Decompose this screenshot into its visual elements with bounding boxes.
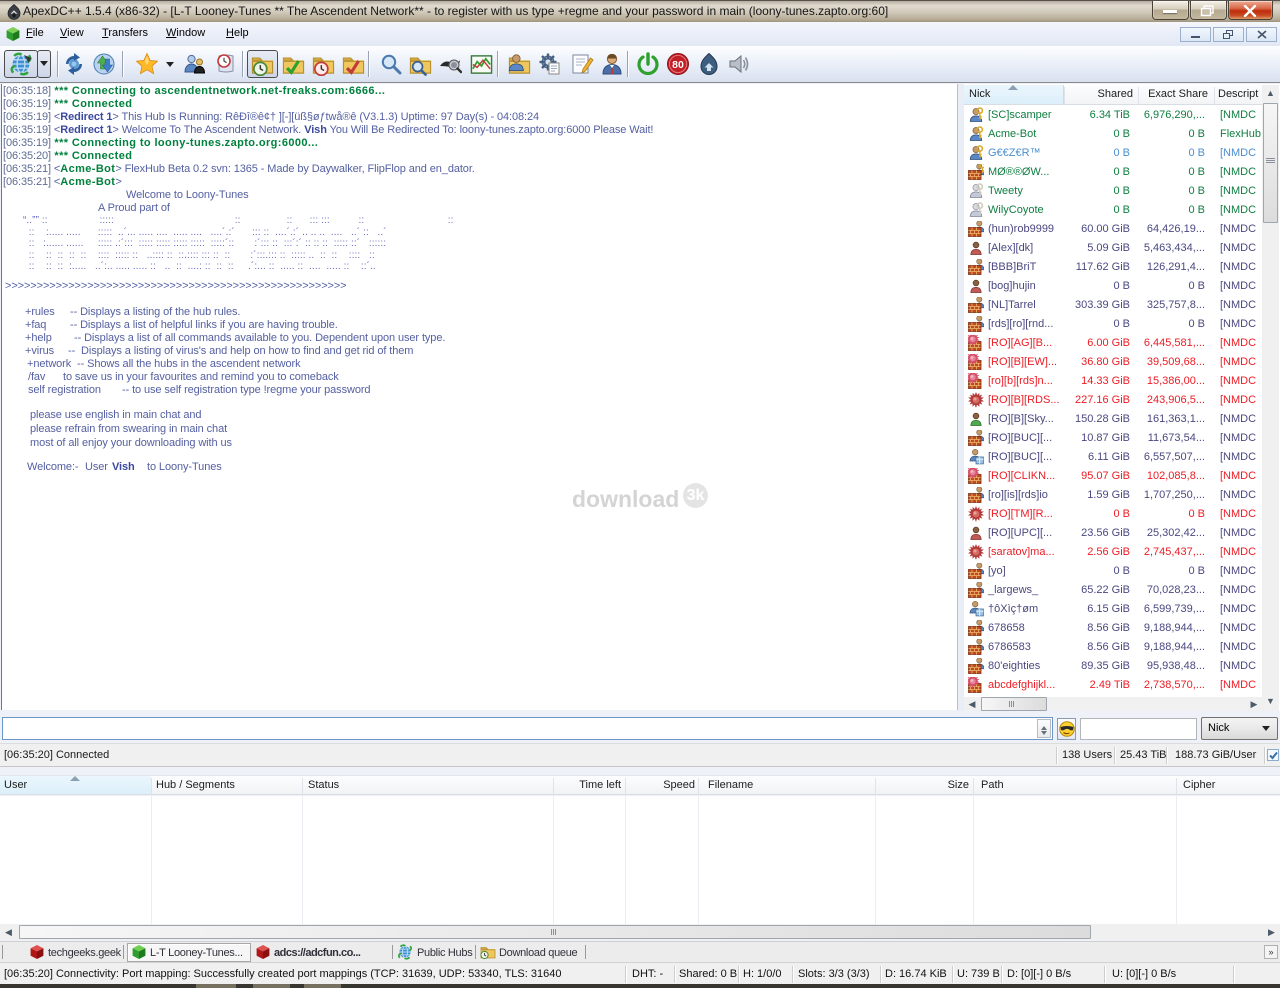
- svg-text:80: 80: [672, 59, 684, 71]
